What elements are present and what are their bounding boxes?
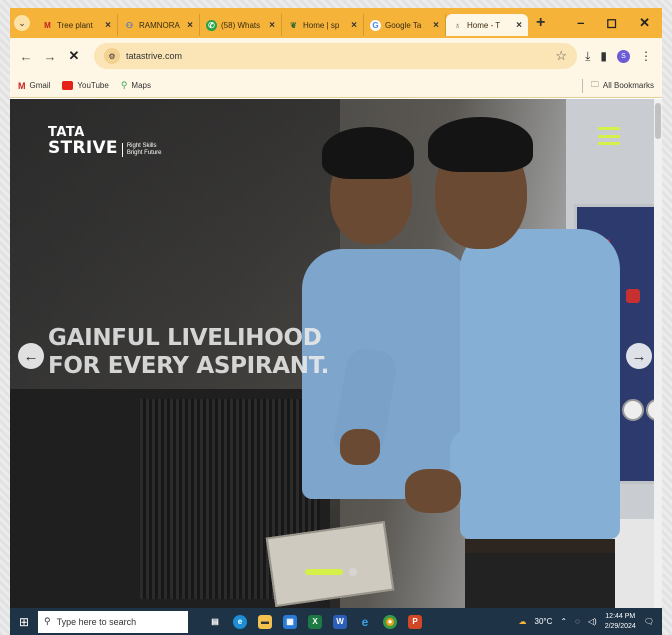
bookmark-gmail[interactable]: M Gmail: [18, 81, 50, 91]
close-tab-icon[interactable]: ×: [105, 20, 111, 31]
tab-whatsapp[interactable]: ✆ (58) Whats ×: [200, 14, 282, 36]
task-view-icon[interactable]: ▤: [208, 615, 222, 629]
tab-title: Tree plant: [57, 20, 93, 30]
system-tray: ☁ 30°C ⌃ ◌ ◁) 12:44 PM 2/29/2024 🗨: [519, 612, 662, 632]
windows-start-icon[interactable]: ⊞: [10, 615, 38, 629]
menu-kebab-icon[interactable]: ⋮: [640, 49, 652, 63]
maps-icon: ⚲: [120, 80, 128, 90]
tab-title: Home - T: [467, 20, 501, 30]
screen: ⌄ M Tree plant × ⚇ RAMNORA × ✆ (58) What…: [0, 0, 672, 635]
tab-home-sp[interactable]: ❦ Home | sp ×: [282, 14, 364, 36]
new-tab-button[interactable]: +: [536, 14, 545, 32]
close-tab-icon[interactable]: ×: [516, 20, 522, 31]
taskbar-clock[interactable]: 12:44 PM 2/29/2024: [605, 612, 636, 632]
weather-icon[interactable]: ☁: [519, 617, 527, 626]
close-tab-icon[interactable]: ×: [351, 20, 357, 31]
hero-headline: GAINFUL LIVELIHOOD FOR EVERY ASPIRANT.: [48, 324, 329, 380]
tab-google[interactable]: G Google Ta ×: [364, 14, 446, 36]
taskbar-apps: ▤ e ▬ ▦ X W e ● P: [208, 614, 422, 629]
page-viewport: TATA STRIVE Right Skills Bright Future GAI…: [10, 99, 662, 608]
logo-tagline: Right Skills Bright Future: [121, 143, 162, 157]
bookmark-maps[interactable]: ⚲ Maps: [121, 80, 151, 91]
side-panel-icon[interactable]: ▮: [600, 49, 607, 63]
clock-time: 12:44 PM: [605, 612, 636, 620]
close-tab-icon[interactable]: ×: [269, 20, 275, 31]
url-text[interactable]: tatastrive.com: [126, 51, 182, 61]
tab-tree-plant[interactable]: M Tree plant ×: [36, 14, 118, 36]
taskbar-search-box[interactable]: ⚲ Type here to search: [38, 610, 188, 633]
gmail-icon: M: [44, 20, 51, 30]
minimize-button[interactable]: –: [577, 15, 584, 31]
window-controls: – ◻ ✕: [577, 15, 662, 31]
google-icon: G: [370, 19, 381, 31]
address-bar[interactable]: ⚙ tatastrive.com ☆: [94, 43, 578, 69]
close-tab-icon[interactable]: ×: [187, 20, 193, 31]
hero-line-2: FOR EVERY ASPIRANT.: [48, 353, 330, 379]
powerpoint-icon[interactable]: P: [408, 614, 422, 629]
chrome-icon[interactable]: ●: [383, 614, 397, 629]
ie-icon[interactable]: e: [358, 615, 372, 629]
strive-icon: ♁: [454, 20, 461, 30]
toolbar-actions: ⤓ ▮ S ⋮: [585, 49, 656, 64]
windows-taskbar: ⊞ ⚲ Type here to search ▤ e ▬ ▦ X W e ● …: [10, 608, 662, 635]
tab-title: Google Ta: [385, 20, 422, 30]
taskbar-search-placeholder: Type here to search: [56, 616, 137, 627]
store-icon[interactable]: ▦: [283, 614, 297, 629]
stop-loading-icon[interactable]: ✕: [64, 48, 84, 64]
close-tab-icon[interactable]: ×: [433, 20, 439, 31]
youtube-icon: [62, 81, 74, 90]
carousel-indicators: [305, 568, 357, 576]
excel-icon[interactable]: X: [308, 614, 322, 629]
bookmark-youtube[interactable]: YouTube: [62, 81, 109, 90]
bookmarks-bar: M Gmail YouTube ⚲ Maps 🗀 All Bookmarks: [10, 74, 662, 98]
bookmark-label: Maps: [131, 81, 151, 90]
scrollbar-thumb[interactable]: [655, 103, 661, 139]
tab-search-icon[interactable]: ⌄: [14, 15, 30, 31]
close-window-button[interactable]: ✕: [639, 15, 650, 31]
tab-title: RAMNORA: [139, 20, 180, 30]
tata-strive-logo[interactable]: TATA STRIVE Right Skills Bright Future: [48, 126, 162, 158]
hamburger-menu-icon[interactable]: [598, 127, 620, 145]
site-settings-icon[interactable]: ⚙: [104, 48, 120, 64]
file-explorer-icon[interactable]: ▬: [258, 614, 272, 629]
tray-chevron-icon[interactable]: ⌃: [560, 617, 567, 626]
tab-ramnora[interactable]: ⚇ RAMNORA ×: [118, 14, 200, 36]
network-icon[interactable]: ◌: [575, 617, 580, 626]
edge-icon[interactable]: e: [233, 614, 247, 629]
browser-window: ⌄ M Tree plant × ⚇ RAMNORA × ✆ (58) What…: [10, 8, 662, 608]
folder-icon: 🗀: [590, 79, 599, 89]
people-icon: ⚇: [125, 20, 134, 30]
leaf-icon: ❦: [290, 20, 297, 30]
temperature-text[interactable]: 30°C: [535, 617, 553, 626]
bookmark-label: Gmail: [29, 81, 51, 90]
carousel-prev-arrow-icon[interactable]: ←: [18, 343, 44, 369]
carousel-next-arrow-icon[interactable]: →: [626, 343, 652, 369]
all-bookmarks-button[interactable]: 🗀 All Bookmarks: [581, 78, 654, 93]
gmail-icon: M: [18, 80, 26, 91]
download-icon[interactable]: ⤓: [585, 49, 590, 64]
volume-icon[interactable]: ◁): [588, 617, 597, 626]
bookmark-label: YouTube: [77, 81, 109, 90]
logo-strive: STRIVE: [48, 138, 118, 158]
carousel-dot-active[interactable]: [305, 569, 343, 575]
maximize-button[interactable]: ◻: [606, 15, 617, 31]
clock-date: 2/29/2024: [604, 622, 636, 630]
browser-toolbar: ← → ✕ ⚙ tatastrive.com ☆ ⤓ ▮ S ⋮: [10, 38, 662, 74]
all-bookmarks-label: All Bookmarks: [602, 81, 654, 90]
hero-line-1: GAINFUL LIVELIHOOD: [48, 325, 322, 351]
page-scrollbar[interactable]: [654, 99, 662, 608]
whatsapp-icon: ✆: [206, 19, 217, 31]
tab-strip: ⌄ M Tree plant × ⚇ RAMNORA × ✆ (58) What…: [10, 8, 662, 38]
bookmark-star-icon[interactable]: ☆: [555, 48, 567, 64]
tab-title: Home | sp: [303, 20, 340, 30]
tab-home-tata-strive[interactable]: ♁ Home - T ×: [446, 14, 528, 36]
back-icon[interactable]: ←: [16, 49, 36, 64]
word-icon[interactable]: W: [333, 614, 347, 629]
search-icon: ⚲: [44, 616, 51, 626]
profile-avatar[interactable]: S: [617, 49, 630, 63]
forward-icon[interactable]: →: [40, 49, 60, 64]
tab-title: (58) Whats: [221, 20, 261, 30]
notifications-icon[interactable]: 🗨: [644, 617, 654, 626]
carousel-dot[interactable]: [349, 568, 357, 576]
